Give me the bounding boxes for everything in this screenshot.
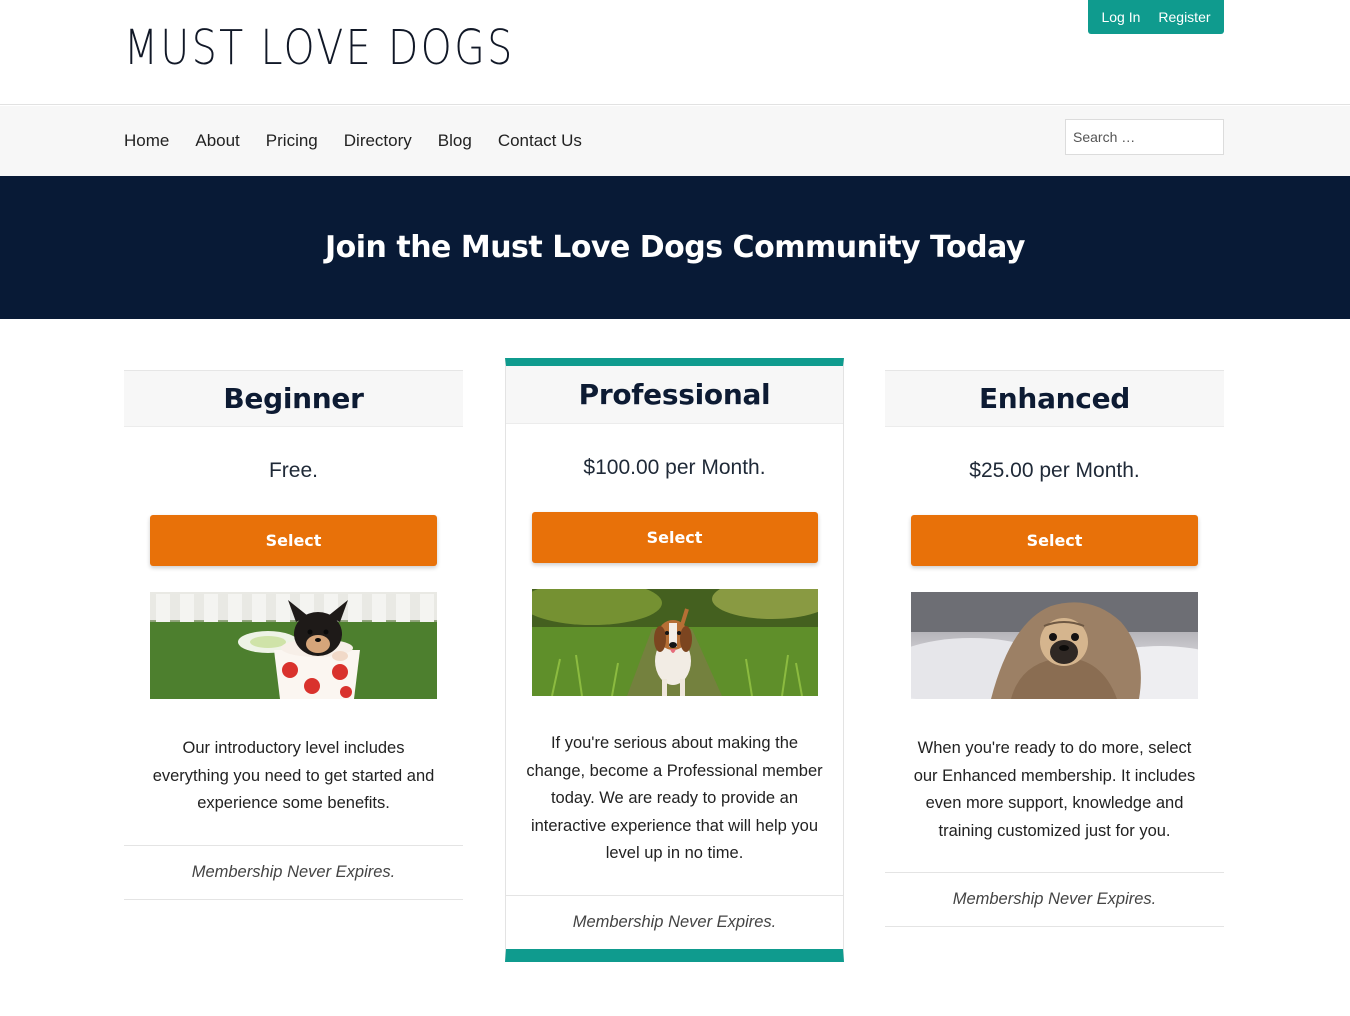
nav-item-contact: Contact Us [498, 131, 582, 151]
plan-price: Free. [268, 459, 318, 482]
nav-item-home: Home [124, 131, 169, 151]
plan-header: Enhanced [885, 370, 1224, 427]
account-bar: Log In Register [1088, 0, 1224, 34]
select-enhanced-button[interactable]: Select [911, 515, 1198, 566]
puppy-in-cup-image [150, 592, 437, 699]
nav-link-directory[interactable]: Directory [344, 131, 412, 150]
pug-in-blanket-image [911, 592, 1198, 699]
main-nav: Home About Pricing Directory Blog Contac… [0, 106, 1350, 176]
hero-title: Join the Must Love Dogs Community Today [325, 230, 1026, 265]
plan-expiry-note: Membership Never Expires. [124, 844, 463, 900]
plan-description: If you're serious about making the chang… [526, 734, 823, 862]
plan-price: $100.00 per Month. [583, 456, 766, 479]
nav-item-about: About [195, 131, 239, 151]
plan-name: Enhanced [978, 382, 1131, 415]
site-logo[interactable]: MUST LOVE DOGS [124, 18, 515, 78]
plan-header: Professional [506, 366, 843, 424]
login-link[interactable]: Log In [1101, 9, 1140, 25]
nav-item-blog: Blog [438, 131, 472, 151]
plan-expiry-note: Membership Never Expires. [885, 872, 1224, 927]
plan-name: Beginner [223, 382, 364, 415]
plan-header: Beginner [124, 370, 463, 427]
plan-card-enhanced: Enhanced $25.00 per Month. Select When y… [885, 370, 1224, 927]
select-beginner-button[interactable]: Select [150, 515, 437, 566]
select-professional-button[interactable]: Select [531, 512, 818, 563]
register-link[interactable]: Register [1158, 9, 1210, 25]
nav-link-blog[interactable]: Blog [438, 131, 472, 150]
hero-banner: Join the Must Love Dogs Community Today [0, 176, 1350, 319]
nav-list: Home About Pricing Directory Blog Contac… [124, 106, 582, 176]
nav-item-directory: Directory [344, 131, 412, 151]
plan-description: Our introductory level includes everythi… [152, 739, 435, 812]
plan-description: When you're ready to do more, select our… [913, 739, 1196, 840]
beagle-on-path-image [531, 589, 818, 696]
nav-item-pricing: Pricing [266, 131, 318, 151]
plan-card-professional: Professional $100.00 per Month. Select I… [505, 358, 844, 962]
nav-link-home[interactable]: Home [124, 131, 169, 150]
search-input[interactable] [1065, 119, 1224, 155]
plan-expiry-note: Membership Never Expires. [506, 894, 843, 949]
plan-name: Professional [578, 378, 771, 411]
plan-price: $25.00 per Month. [969, 459, 1140, 482]
plan-card-beginner: Beginner Free. Select Our introductory l… [124, 370, 463, 900]
site-header: MUST LOVE DOGS Log In Register [0, 0, 1350, 105]
nav-link-contact-us[interactable]: Contact Us [498, 131, 582, 150]
nav-link-about[interactable]: About [195, 131, 239, 150]
nav-link-pricing[interactable]: Pricing [266, 131, 318, 150]
